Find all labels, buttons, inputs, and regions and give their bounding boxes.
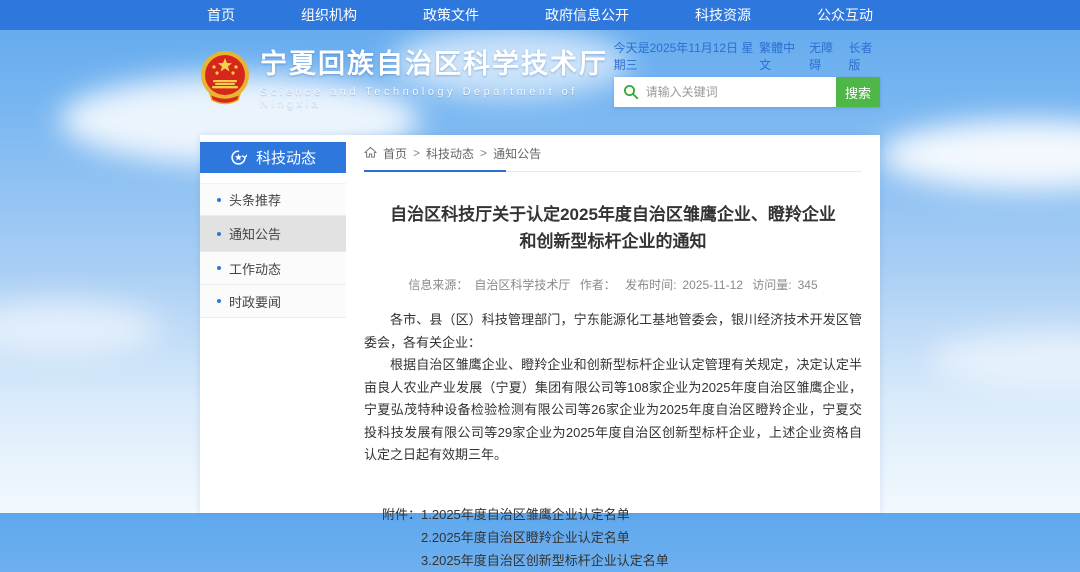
breadcrumb-separator: >	[480, 146, 487, 160]
main-article-area: 首页 > 科技动态 > 通知公告 自治区科技厅关于认定2025年度自治区雏鹰企业…	[346, 135, 880, 513]
date-and-lang-row: 今天是2025年11月12日 星期三 繁體中文 无障碍 长者版	[614, 48, 880, 64]
sidebar-header-label: 科技动态	[256, 147, 316, 168]
meta-views-label: 访问量:	[752, 278, 791, 292]
sidebar-menu: 头条推荐 通知公告 工作动态 时政要闻	[200, 183, 346, 318]
meta-publish-label: 发布时间:	[625, 278, 676, 292]
bullet-dot-icon	[217, 232, 221, 236]
top-navigation-bar: 首页 组织机构 政策文件 政府信息公开 科技资源 公众互动	[0, 0, 1080, 30]
article-title-line2: 和创新型标杆企业的通知	[364, 228, 862, 255]
lang-links: 繁體中文 无障碍 长者版	[759, 39, 880, 73]
cloud-decoration	[0, 300, 160, 355]
attachment-link-benchmark-list[interactable]: 3.2025年度自治区创新型标杆企业认定名单	[421, 549, 669, 572]
attachment-link-gazelle-list[interactable]: 2.2025年度自治区瞪羚企业认定名单	[421, 526, 669, 549]
meta-publish-date: 2025-11-12	[682, 278, 743, 292]
search-input[interactable]	[614, 77, 836, 107]
article-title: 自治区科技厅关于认定2025年度自治区雏鹰企业、瞪羚企业 和创新型标杆企业的通知	[364, 201, 862, 255]
search-button[interactable]: 搜索	[836, 77, 880, 107]
national-emblem-logo	[200, 50, 250, 106]
sidebar: 科技动态 头条推荐 通知公告 工作动态 时政要闻	[200, 135, 346, 513]
home-icon	[364, 146, 377, 159]
nav-item-gov-info-disclosure[interactable]: 政府信息公开	[545, 5, 629, 25]
meta-source-label: 信息来源：	[408, 278, 468, 292]
search-box	[614, 77, 836, 107]
sidebar-item-notices[interactable]: 通知公告	[200, 216, 346, 252]
article-paragraph: 根据自治区雏鹰企业、瞪羚企业和创新型标杆企业认定管理有关规定，决定认定半亩良人农…	[364, 354, 862, 467]
sidebar-header-tech-news: 科技动态	[200, 142, 346, 173]
star-circle-icon	[230, 149, 247, 166]
cloud-decoration	[880, 120, 1080, 190]
sidebar-item-label: 工作动态	[229, 259, 281, 278]
article-paragraph: 各市、县（区）科技管理部门，宁东能源化工基地管委会，银川经济技术开发区管委会，各…	[364, 309, 862, 354]
article-title-line1: 自治区科技厅关于认定2025年度自治区雏鹰企业、瞪羚企业	[364, 201, 862, 228]
header-right-panel: 今天是2025年11月12日 星期三 繁體中文 无障碍 长者版 搜索	[614, 46, 880, 110]
link-traditional-chinese[interactable]: 繁體中文	[759, 39, 801, 73]
site-brand[interactable]: 宁夏回族自治区科学技术厅 Science and Technology Depa…	[200, 46, 614, 110]
breadcrumb-notices[interactable]: 通知公告	[493, 145, 541, 162]
site-title: 宁夏回族自治区科学技术厅	[260, 46, 614, 82]
meta-source-value: 自治区科学技术厅	[474, 278, 570, 292]
nav-item-policy-documents[interactable]: 政策文件	[423, 5, 479, 25]
article-meta: 信息来源： 自治区科学技术厅 作者： 发布时间: 2025-11-12 访问量: 34…	[364, 276, 862, 293]
sidebar-item-headline-recommend[interactable]: 头条推荐	[200, 183, 346, 216]
sidebar-item-political-news[interactable]: 时政要闻	[200, 285, 346, 318]
sidebar-item-label: 通知公告	[229, 224, 281, 243]
search-bar: 搜索	[614, 77, 880, 107]
sidebar-item-work-updates[interactable]: 工作动态	[200, 252, 346, 285]
link-accessibility[interactable]: 无障碍	[809, 39, 840, 73]
meta-views-value: 345	[798, 278, 818, 292]
nav-items-group: 首页 组织机构 政策文件 政府信息公开 科技资源 公众互动	[207, 5, 873, 25]
nav-item-tech-resources[interactable]: 科技资源	[695, 5, 751, 25]
breadcrumb: 首页 > 科技动态 > 通知公告	[364, 135, 862, 172]
bullet-dot-icon	[217, 198, 221, 202]
bullet-dot-icon	[217, 266, 221, 270]
content-panel: 科技动态 头条推荐 通知公告 工作动态 时政要闻	[200, 135, 880, 513]
article-body: 各市、县（区）科技管理部门，宁东能源化工基地管委会，银川经济技术开发区管委会，各…	[364, 309, 862, 467]
link-elder-version[interactable]: 长者版	[849, 39, 880, 73]
breadcrumb-home[interactable]: 首页	[383, 145, 407, 162]
sidebar-item-label: 时政要闻	[229, 292, 281, 311]
nav-item-home[interactable]: 首页	[207, 5, 235, 25]
site-header: 宁夏回族自治区科学技术厅 Science and Technology Depa…	[200, 46, 880, 110]
cloud-decoration	[930, 330, 1080, 390]
attachment-link-eagle-list[interactable]: 1.2025年度自治区雏鹰企业认定名单	[421, 503, 669, 526]
nav-item-organization[interactable]: 组织机构	[301, 5, 357, 25]
site-subtitle: Science and Technology Department of Nin…	[260, 86, 614, 110]
meta-author-label: 作者：	[580, 278, 616, 292]
bullet-dot-icon	[217, 299, 221, 303]
current-date-text: 今天是2025年11月12日 星期三	[614, 39, 760, 73]
brand-text: 宁夏回族自治区科学技术厅 Science and Technology Depa…	[260, 46, 614, 110]
nav-item-public-interaction[interactable]: 公众互动	[817, 5, 873, 25]
breadcrumb-tech-news[interactable]: 科技动态	[426, 145, 474, 162]
sidebar-item-label: 头条推荐	[229, 190, 281, 209]
search-icon	[623, 84, 639, 100]
breadcrumb-separator: >	[413, 146, 420, 160]
